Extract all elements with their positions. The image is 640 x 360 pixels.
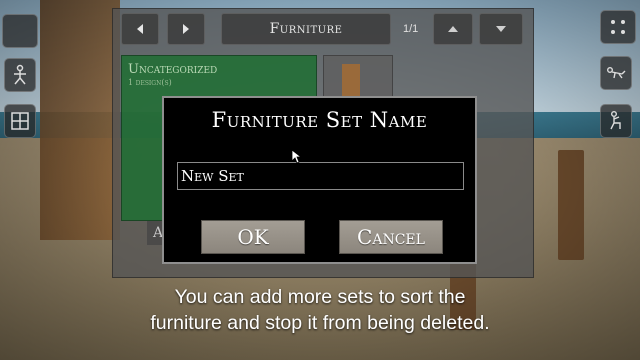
sit-pose-button[interactable]	[600, 104, 632, 138]
arrow-up-icon	[448, 26, 458, 32]
caption-line-2: furniture and stop it from being deleted…	[150, 312, 490, 334]
page-count: 1/1	[403, 23, 419, 35]
category-name: Uncategorized	[128, 62, 218, 77]
caption: You can add more sets to sort the furnit…	[0, 284, 640, 336]
prev-button[interactable]	[121, 13, 159, 45]
mouse-cursor-icon	[292, 150, 302, 164]
next-button[interactable]	[167, 13, 205, 45]
ok-button[interactable]: OK	[201, 220, 305, 254]
category-count: 1 design(s)	[128, 78, 172, 87]
panel-title: Furniture	[269, 21, 343, 37]
panel-title-bar: Furniture	[221, 13, 391, 45]
set-name-input[interactable]	[177, 162, 464, 190]
caption-line-1: You can add more sets to sort the	[174, 286, 466, 308]
arrow-left-icon	[137, 24, 143, 34]
scroll-down-button[interactable]	[479, 13, 523, 45]
scroll-up-button[interactable]	[433, 13, 473, 45]
arrow-down-icon	[496, 26, 506, 32]
chair-icon	[342, 64, 360, 98]
grid-button[interactable]	[4, 104, 36, 138]
lie-pose-button[interactable]	[600, 56, 632, 90]
menu-button[interactable]	[600, 10, 636, 44]
set-name-dialog: Furniture Set Name OK Cancel	[162, 96, 477, 264]
cancel-button[interactable]: Cancel	[339, 220, 443, 254]
pose-button[interactable]	[4, 58, 36, 92]
sitting-figure-icon	[610, 111, 621, 130]
lying-figure-icon	[607, 66, 626, 79]
menu-icon	[611, 20, 625, 34]
side-button-top-left[interactable]	[2, 14, 38, 48]
dialog-title: Furniture Set Name	[211, 108, 428, 132]
stick-figure-icon	[14, 64, 26, 85]
arrow-right-icon	[183, 24, 189, 34]
grid-icon	[11, 112, 29, 130]
